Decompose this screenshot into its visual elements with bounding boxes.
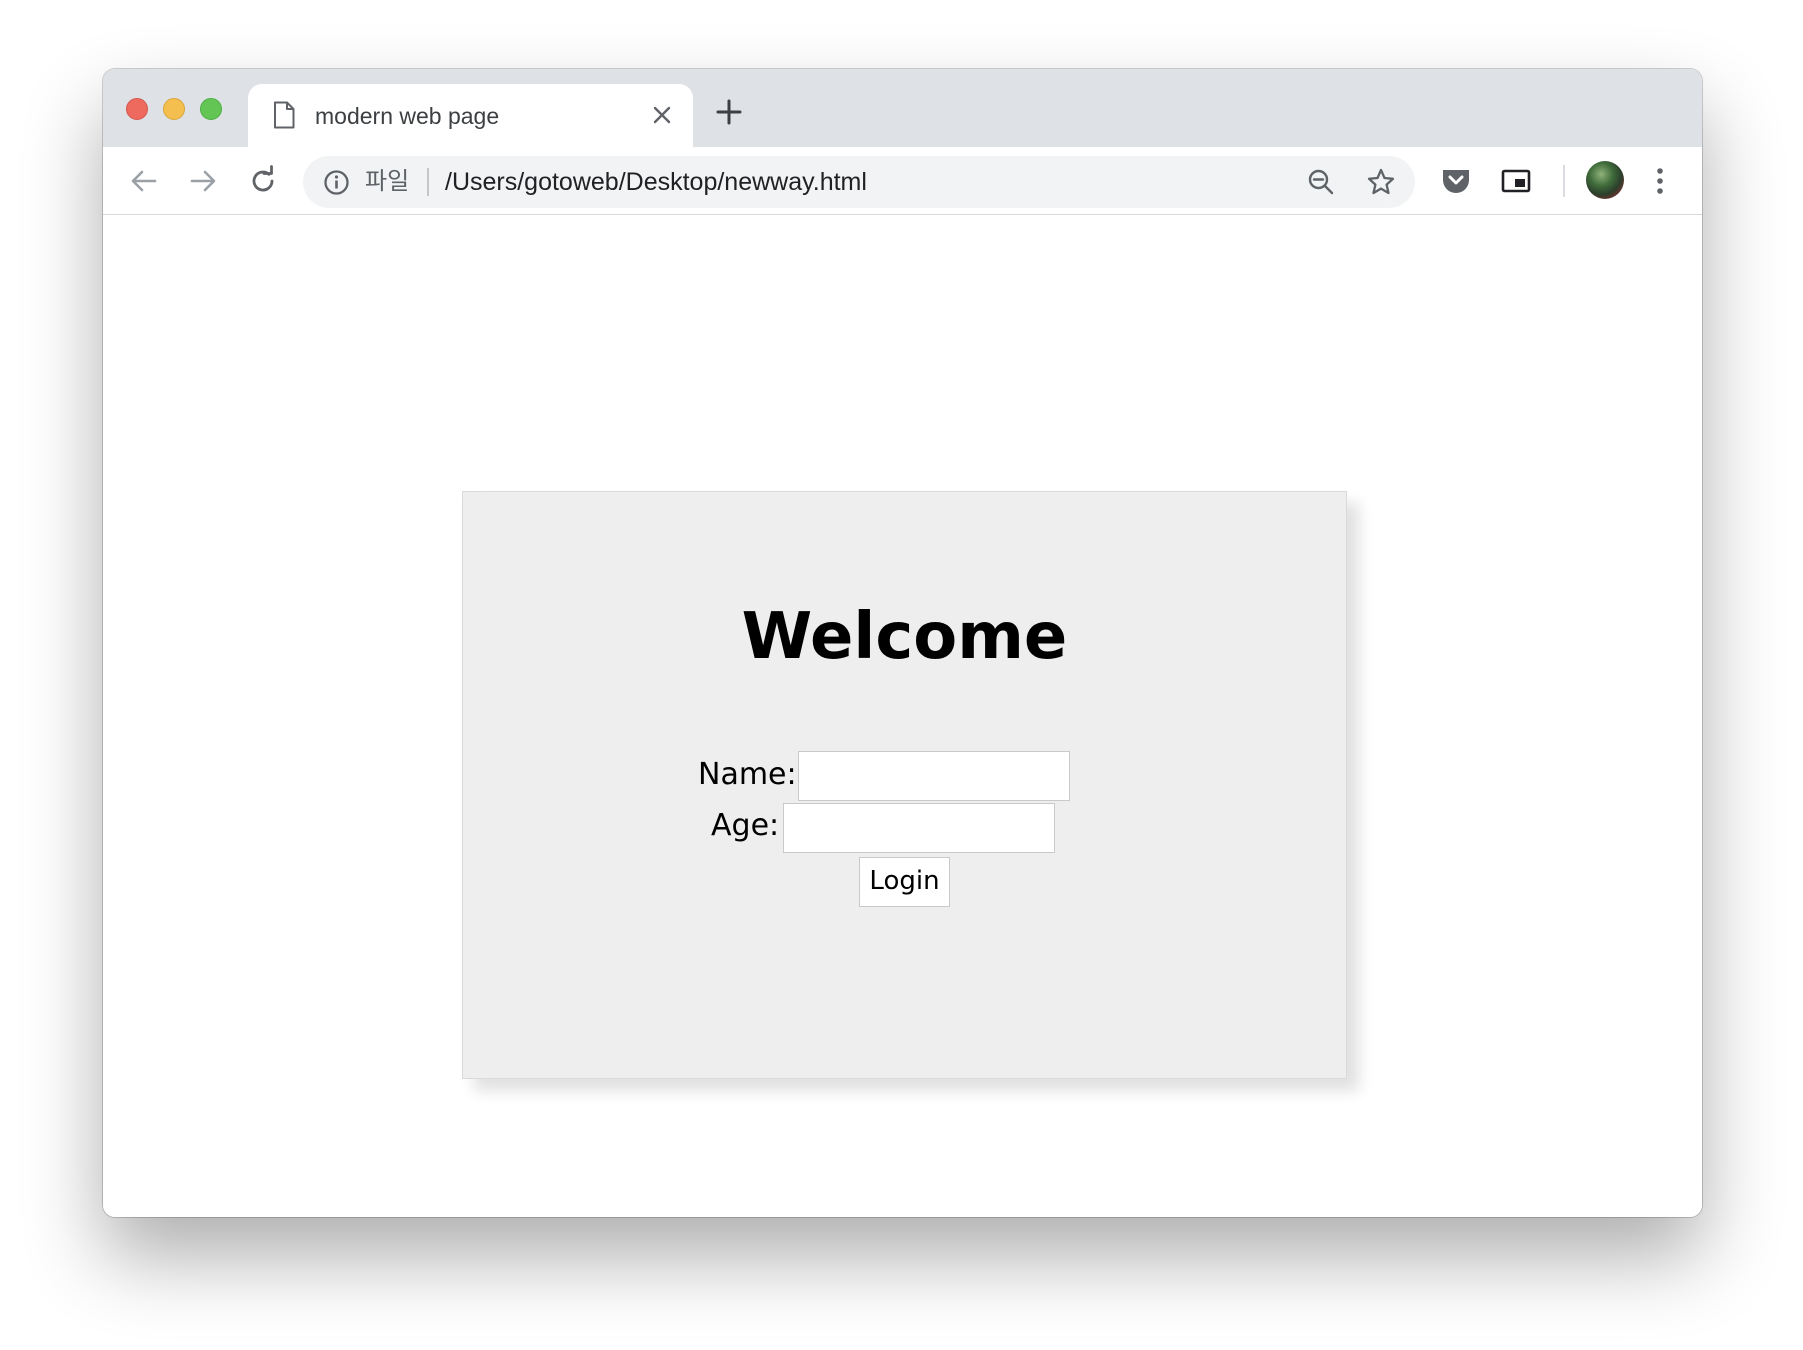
back-icon[interactable] xyxy=(128,165,160,197)
maximize-window-button[interactable] xyxy=(200,98,222,120)
forward-icon[interactable] xyxy=(187,165,219,197)
close-window-button[interactable] xyxy=(126,98,148,120)
tab-active[interactable]: modern web page xyxy=(248,84,693,147)
kebab-menu-icon[interactable] xyxy=(1653,165,1667,197)
minimize-window-button[interactable] xyxy=(163,98,185,120)
toolbar-divider xyxy=(1563,165,1565,197)
pocket-icon[interactable] xyxy=(1440,165,1472,197)
close-tab-icon[interactable] xyxy=(652,105,672,125)
url-divider xyxy=(427,168,429,196)
star-icon[interactable] xyxy=(1366,167,1396,197)
document-icon xyxy=(274,101,295,129)
page-title: Welcome xyxy=(741,600,1068,674)
name-label: Name: xyxy=(698,757,797,792)
address-bar[interactable]: 파일 /Users/gotoweb/Desktop/newway.html xyxy=(303,156,1415,208)
reload-icon[interactable] xyxy=(247,165,279,197)
tab-strip: modern web page xyxy=(103,69,1702,147)
avatar[interactable] xyxy=(1586,161,1624,199)
browser-window: modern web page 파일 /Users/gotoweb/Deskto… xyxy=(103,69,1702,1217)
age-input[interactable] xyxy=(783,803,1055,853)
tab-title: modern web page xyxy=(315,103,500,129)
page-viewport: Welcome Name: Age: Login xyxy=(103,216,1702,1217)
name-input[interactable] xyxy=(798,751,1070,801)
new-tab-icon[interactable] xyxy=(716,99,742,125)
toolbar: 파일 /Users/gotoweb/Desktop/newway.html xyxy=(103,147,1702,215)
login-card: Welcome Name: Age: Login xyxy=(462,491,1347,1079)
zoom-out-icon[interactable] xyxy=(1307,168,1335,196)
picture-in-picture-icon[interactable] xyxy=(1500,166,1532,196)
login-button[interactable]: Login xyxy=(859,857,950,907)
url-scheme-label: 파일 xyxy=(365,168,410,195)
age-label: Age: xyxy=(711,808,780,843)
url-text[interactable]: /Users/gotoweb/Desktop/newway.html xyxy=(445,167,867,197)
info-icon[interactable] xyxy=(323,169,350,196)
